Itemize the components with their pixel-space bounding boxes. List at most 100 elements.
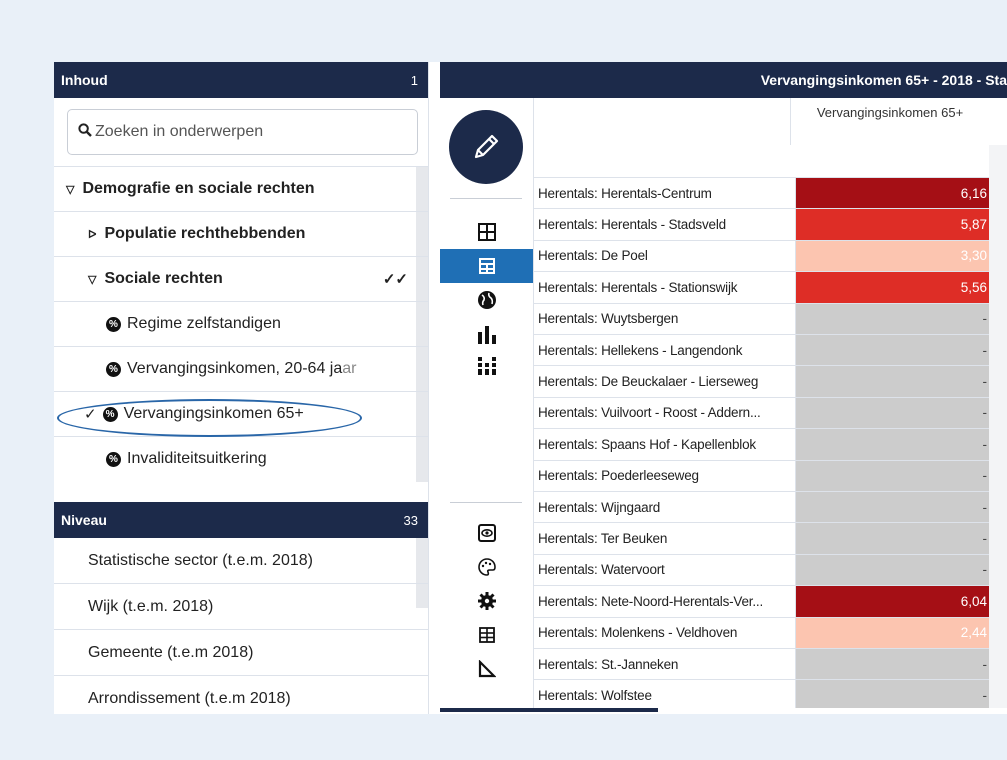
search-placeholder: Zoeken in onderwerpen (95, 123, 264, 140)
table-row[interactable]: Herentals: Wuytsbergen - (533, 302, 1007, 334)
tree-item-invaliditeit[interactable]: % Invaliditeitsuitkering (54, 436, 428, 481)
table-row[interactable]: Herentals: Ter Beuken - (533, 522, 1007, 554)
table-icon[interactable] (440, 215, 533, 249)
tree-item-populatie[interactable]: ᐅ Populatie rechthebbenden (54, 211, 428, 256)
row-value: 5,56 (795, 272, 994, 303)
niveau-item[interactable]: Statistische sector (t.e.m. 2018) (54, 538, 428, 584)
table-row[interactable]: Herentals: De Poel 3,30 (533, 239, 1007, 272)
row-name: Herentals: Wijngaard (538, 499, 661, 515)
active-tab-indicator (440, 708, 658, 712)
niveau-title: Niveau (61, 512, 107, 528)
row-value: - (795, 335, 994, 366)
column-header[interactable]: Vervangingsinkomen 65+ (790, 98, 989, 145)
bar-chart-icon[interactable] (440, 317, 533, 351)
tree-item-label: Sociale rechten (104, 270, 223, 287)
row-value: - (795, 554, 994, 586)
row-value: 6,16 (795, 178, 994, 209)
table-row[interactable]: Herentals: Wijngaard - (533, 491, 1007, 523)
search-icon (78, 123, 92, 141)
right-panel: Vervangingsinkomen 65+ - 2018 - Sta Verv… (440, 62, 1007, 714)
percent-icon: % (106, 316, 121, 332)
row-name: Herentals: Nete-Noord-Herentals-Ver... (538, 593, 763, 609)
expanded-triangle-icon: ▽ (66, 183, 75, 196)
tree-item-vervangingsinkomen-20-64[interactable]: % Vervangingsinkomen, 20-64 ja ar (54, 346, 428, 391)
double-check-icon: ✓✓ (382, 271, 408, 288)
row-value: - (795, 523, 994, 554)
table-scrollbar[interactable] (989, 145, 1007, 714)
pencil-icon (474, 134, 499, 159)
tree-item-label: Regime zelfstandigen (127, 315, 281, 332)
niveau-list: Statistische sector (t.e.m. 2018) Wijk (… (54, 538, 428, 714)
tree-item-label: Vervangingsinkomen, 20-64 ja (127, 360, 343, 377)
toolbar-divider (450, 198, 522, 199)
row-name: Herentals: Ter Beuken (538, 531, 668, 547)
row-value: 2,44 (795, 617, 994, 648)
row-value: 3,30 (795, 240, 994, 272)
tree-item-label: Populatie rechthebbenden (104, 225, 306, 242)
preview-icon[interactable] (440, 516, 533, 550)
table-row[interactable]: Herentals: St.-Janneken - (533, 648, 1007, 680)
tree-item-demografie[interactable]: ▽ Demografie en sociale rechten (54, 166, 428, 211)
niveau-count: 33 (403, 512, 418, 528)
settings-icon[interactable] (440, 584, 533, 618)
inhoud-count: 1 (410, 72, 418, 88)
table-row[interactable]: Herentals: Hellekens - Langendonk - (533, 334, 1007, 366)
ruler-icon[interactable] (440, 652, 533, 686)
table-row[interactable]: Herentals: Nete-Noord-Herentals-Ver... 6,… (533, 585, 1007, 617)
row-name: Herentals: De Beuckalaer - Lierseweg (538, 374, 759, 390)
tab-strip (440, 708, 1007, 714)
palette-icon[interactable] (440, 550, 533, 584)
percent-icon: % (106, 361, 121, 377)
table-view-icon[interactable] (440, 249, 533, 283)
toolbar-divider (450, 502, 522, 503)
row-name: Herentals: Hellekens - Langendonk (538, 342, 743, 358)
row-value: - (795, 366, 994, 397)
row-name: Herentals: Poederleeseweg (538, 468, 699, 484)
search-input[interactable]: Zoeken in onderwerpen (67, 109, 418, 155)
niveau-item[interactable]: Gemeente (t.e.m 2018) (54, 630, 428, 676)
table-row[interactable]: Herentals: Herentals - Stationswijk 5,56 (533, 271, 1007, 303)
tree-item-label-faded: ar (342, 360, 357, 377)
row-name: Herentals: Herentals - Stationswijk (538, 279, 738, 295)
data-table: Vervangingsinkomen 65+ Herentals: Herent… (533, 98, 1007, 714)
row-name: Herentals: Herentals - Stadsveld (538, 217, 726, 233)
table-row[interactable]: Herentals: Poederleeseweg - (533, 459, 1007, 491)
tree-item-regime[interactable]: % Regime zelfstandigen (54, 301, 428, 346)
row-value: - (795, 397, 994, 429)
row-name: Herentals: Spaans Hof - Kapellenblok (538, 436, 756, 452)
expanded-triangle-icon: ▽ (88, 273, 97, 286)
row-value: - (795, 492, 994, 523)
table-row[interactable]: Herentals: Vuilvoort - Roost - Addern...… (533, 396, 1007, 429)
inhoud-header[interactable]: Inhoud 1 (54, 62, 428, 98)
percent-icon: % (106, 451, 121, 467)
tree-item-sociale-rechten[interactable]: ▽ Sociale rechten ✓✓ (54, 256, 428, 301)
tree-item-label: Invaliditeitsuitkering (127, 450, 267, 467)
row-value: - (795, 649, 994, 680)
table-row[interactable]: Herentals: Herentals-Centrum 6,16 (533, 177, 1007, 209)
edit-button[interactable] (449, 110, 523, 184)
row-name: Herentals: Wolfstee (538, 688, 652, 704)
toolbar (440, 98, 534, 714)
row-name: Herentals: Molenkens - Veldhoven (538, 625, 738, 641)
highlight-ellipse (57, 399, 362, 437)
inhoud-title: Inhoud (61, 72, 108, 88)
table-header: Vervangingsinkomen 65+ - 2018 - Sta (440, 62, 1007, 98)
row-name: Herentals: Wuytsbergen (538, 311, 679, 327)
table-row[interactable]: Herentals: Spaans Hof - Kapellenblok - (533, 428, 1007, 460)
row-value: - (795, 303, 994, 334)
niveau-item[interactable]: Arrondissement (t.e.m 2018) (54, 676, 428, 714)
app-frame: Inhoud 1 Zoeken in onderwerpen ▽ Demogra… (54, 62, 1007, 714)
niveau-item[interactable]: Wijk (t.e.m. 2018) (54, 584, 428, 630)
table-row[interactable]: Herentals: De Beuckalaer - Lierseweg - (533, 365, 1007, 397)
niveau-header[interactable]: Niveau 33 (54, 502, 428, 538)
table-row[interactable]: Herentals: Wolfstee - (533, 679, 1007, 711)
row-name: Herentals: Vuilvoort - Roost - Addern... (538, 405, 761, 421)
table-row[interactable]: Herentals: Herentals - Stadsveld 5,87 (533, 208, 1007, 240)
table-row[interactable]: Herentals: Watervoort - (533, 553, 1007, 586)
tree-item-label: Demografie en sociale rechten (82, 180, 315, 197)
globe-icon[interactable] (440, 283, 533, 317)
row-value: 6,04 (795, 586, 994, 617)
grid-chart-icon[interactable] (440, 349, 533, 383)
grid-icon[interactable] (440, 618, 533, 652)
table-row[interactable]: Herentals: Molenkens - Veldhoven 2,44 (533, 616, 1007, 648)
